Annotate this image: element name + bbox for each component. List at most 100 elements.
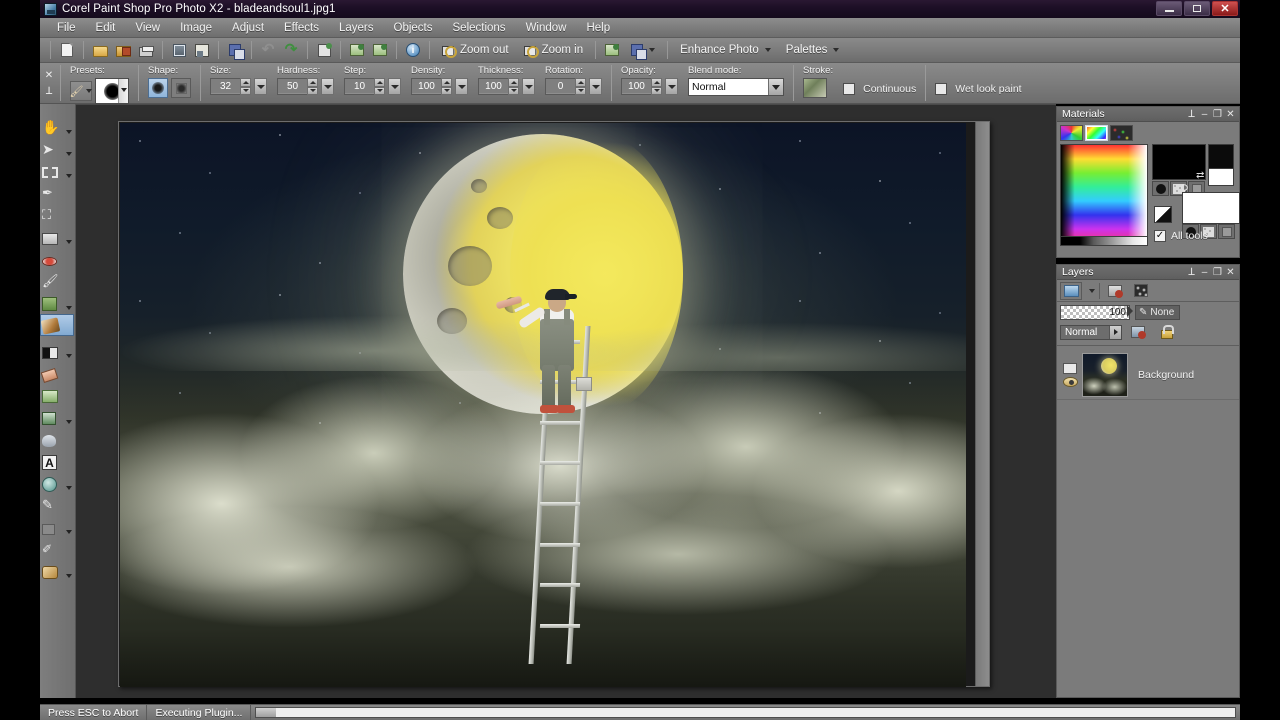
menu-objects[interactable]: Objects: [385, 20, 442, 36]
density-slider-dropdown[interactable]: [455, 78, 468, 95]
print-icon[interactable]: [135, 40, 157, 61]
density-stepper[interactable]: 100: [411, 78, 452, 95]
info-icon[interactable]: i: [402, 40, 424, 61]
lock-transparency-icon[interactable]: [1154, 323, 1176, 341]
size-value[interactable]: 32: [210, 78, 240, 95]
size-decrement[interactable]: [240, 87, 251, 96]
browse-icon[interactable]: [112, 40, 134, 61]
snapshot-icon[interactable]: [191, 40, 213, 61]
menu-view[interactable]: View: [126, 20, 169, 36]
fit-to-window-icon[interactable]: [601, 40, 623, 61]
menu-file[interactable]: File: [48, 20, 85, 36]
revert-icon[interactable]: [224, 40, 246, 61]
warp-brush-tool[interactable]: [40, 516, 74, 538]
hardness-decrement[interactable]: [307, 87, 318, 96]
maximize-icon[interactable]: ❐: [1211, 266, 1224, 279]
step-increment[interactable]: [374, 78, 385, 87]
new-layer-button[interactable]: [1060, 282, 1082, 300]
grid-icon[interactable]: [168, 40, 190, 61]
mesh-warp-tool[interactable]: ✐: [40, 538, 74, 560]
pen-tool[interactable]: ✎: [40, 494, 74, 516]
thickness-decrement[interactable]: [508, 87, 519, 96]
makeover-tool[interactable]: 🖌: [40, 270, 74, 292]
screen-capture-icon[interactable]: [346, 40, 368, 61]
auto-hide-icon[interactable]: ꓕ: [1185, 266, 1198, 279]
zoom-in-button[interactable]: Zoom in: [517, 40, 591, 61]
layer-row-background[interactable]: Background: [1057, 350, 1239, 400]
hardness-value[interactable]: 50: [277, 78, 307, 95]
paint-brush-tool[interactable]: [40, 314, 74, 336]
opacity-slider-handle[interactable]: [1127, 305, 1133, 317]
foreground-style-swatch[interactable]: [1208, 144, 1234, 170]
pin-icon[interactable]: ꓕ: [46, 86, 52, 97]
thickness-slider-dropdown[interactable]: [522, 78, 535, 95]
minimize-button[interactable]: [1156, 1, 1182, 16]
close-button[interactable]: ✕: [1212, 1, 1238, 16]
delete-layer-button[interactable]: [1104, 282, 1126, 300]
smudge-tool[interactable]: [40, 428, 74, 450]
density-increment[interactable]: [441, 78, 452, 87]
screen-capture-setup-icon[interactable]: [369, 40, 391, 61]
opacity-stepper[interactable]: 100: [621, 78, 662, 95]
close-icon[interactable]: ✕: [1224, 108, 1237, 121]
minimize-icon[interactable]: –: [1198, 108, 1211, 121]
chevron-down-icon[interactable]: [768, 79, 783, 95]
all-tools-checkbox[interactable]: [1154, 230, 1166, 242]
layer-mask-button[interactable]: [1130, 282, 1152, 300]
close-icon[interactable]: ✕: [1224, 266, 1237, 279]
close-icon[interactable]: ✕: [45, 70, 53, 81]
document-window[interactable]: [118, 121, 990, 687]
hardness-stepper[interactable]: 50: [277, 78, 318, 95]
text-tool[interactable]: A: [40, 450, 74, 472]
maximize-icon[interactable]: ❐: [1211, 108, 1224, 121]
grayscale-strip[interactable]: [1061, 236, 1147, 245]
thickness-stepper[interactable]: 100: [478, 78, 519, 95]
presets-button[interactable]: 🖌: [70, 81, 92, 101]
redo-icon[interactable]: ↷: [280, 40, 302, 61]
new-layer-chevron-icon[interactable]: [1089, 289, 1095, 293]
shape-round-button[interactable]: [148, 78, 168, 98]
blend-mode-select[interactable]: Normal: [688, 78, 784, 96]
opacity-value[interactable]: 100: [621, 78, 651, 95]
red-eye-tool[interactable]: [40, 248, 74, 270]
dropper-tool[interactable]: ✒: [40, 182, 74, 204]
density-value[interactable]: 100: [411, 78, 441, 95]
hardness-increment[interactable]: [307, 78, 318, 87]
step-stepper[interactable]: 10: [344, 78, 385, 95]
menu-layers[interactable]: Layers: [330, 20, 383, 36]
step-value[interactable]: 10: [344, 78, 374, 95]
size-slider-dropdown[interactable]: [254, 78, 267, 95]
black-white-reset-icon[interactable]: [1154, 206, 1172, 223]
density-decrement[interactable]: [441, 87, 452, 96]
opacity-increment[interactable]: [651, 78, 662, 87]
frame-tab[interactable]: [1060, 125, 1083, 141]
menu-selections[interactable]: Selections: [444, 20, 515, 36]
rainbow-tab[interactable]: [1085, 125, 1108, 141]
color-picker[interactable]: [1060, 144, 1148, 246]
rotation-value[interactable]: 0: [545, 78, 575, 95]
layer-blend-mode-select[interactable]: Normal: [1060, 325, 1122, 340]
layer-eye-icon[interactable]: [1063, 377, 1078, 387]
menu-effects[interactable]: Effects: [275, 20, 328, 36]
continuous-checkbox[interactable]: [843, 83, 855, 95]
palettes-button[interactable]: Palettes: [779, 40, 847, 61]
pan-tool[interactable]: ✋: [40, 116, 74, 138]
layer-link-toggle[interactable]: [1127, 323, 1149, 341]
rotation-stepper[interactable]: 0: [545, 78, 586, 95]
brush-preview-dropdown[interactable]: [95, 78, 129, 104]
art-media-tool[interactable]: [40, 384, 74, 406]
flood-fill-tool[interactable]: [40, 406, 74, 428]
undo-icon[interactable]: ↶: [257, 40, 279, 61]
layer-link-button[interactable]: ✎ None: [1135, 305, 1180, 320]
chevron-right-icon[interactable]: [1109, 326, 1121, 339]
copy-icon[interactable]: [624, 40, 662, 61]
background-style-swatch[interactable]: [1208, 168, 1234, 186]
image-canvas[interactable]: [120, 123, 966, 687]
auto-hide-icon[interactable]: ꓕ: [1185, 108, 1198, 121]
picture-tube-tool[interactable]: [40, 560, 74, 582]
layer-opacity-slider[interactable]: 100: [1060, 305, 1130, 320]
shape-square-button[interactable]: [171, 78, 191, 98]
opacity-decrement[interactable]: [651, 87, 662, 96]
stroke-preview[interactable]: [803, 78, 827, 98]
preset-shape-tool[interactable]: [40, 472, 74, 494]
